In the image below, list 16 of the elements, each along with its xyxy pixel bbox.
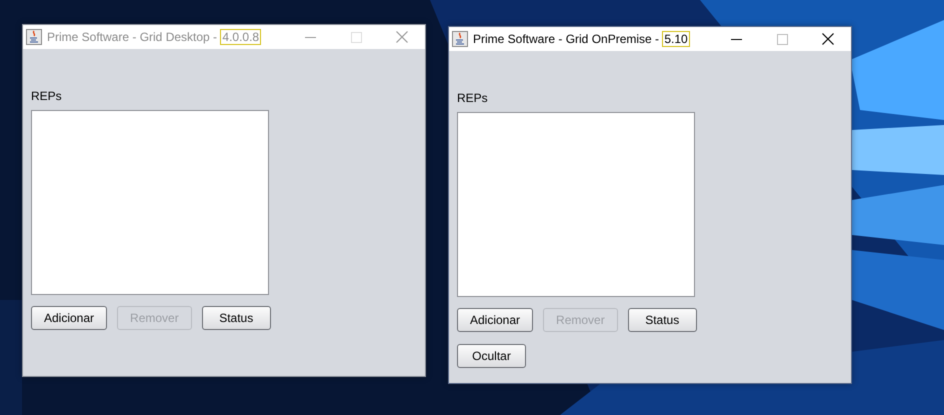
action-button[interactable]: Adicionar [31, 306, 108, 330]
app-icon [26, 29, 42, 45]
list-label: REPs [31, 89, 62, 103]
version-label: 5.10 [662, 31, 690, 47]
action-button[interactable]: Ocultar [457, 344, 526, 368]
action-button[interactable]: Adicionar [457, 308, 534, 332]
close-icon[interactable] [822, 33, 834, 45]
window-title: Prime Software - Grid OnPremise - [473, 32, 660, 46]
list-label: REPs [457, 91, 488, 105]
window-title: Prime Software - Grid Desktop - [47, 30, 218, 44]
app-icon [452, 31, 468, 47]
action-button[interactable]: Status [628, 308, 697, 332]
action-button[interactable]: Status [202, 306, 271, 330]
version-label: 4.0.0.8 [220, 29, 262, 45]
maximize-icon[interactable] [776, 34, 788, 44]
minimize-icon[interactable] [730, 38, 742, 40]
